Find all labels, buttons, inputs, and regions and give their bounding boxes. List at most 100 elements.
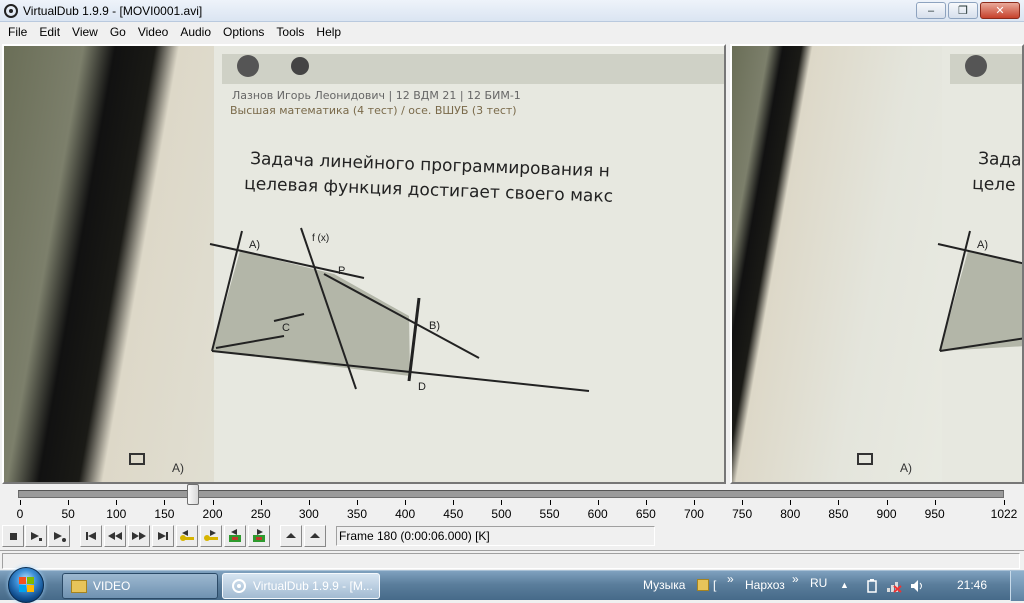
language-indicator[interactable]: RU [810,569,827,597]
frame-info: Frame 180 (0:00:06.000) [K] [336,526,655,546]
timeline-tick-label: 900 [876,507,897,521]
mark-out-button[interactable] [304,525,326,547]
menu-bar: File Edit View Go Video Audio Options To… [0,22,1024,42]
timeline-tick-label: 150 [154,507,175,521]
toolbar-overflow-1[interactable]: » [727,565,734,593]
show-hidden-icons[interactable]: ▲ [840,571,849,599]
timeline-tick-label: 100 [106,507,127,521]
window-controls: – ❐ ✕ [916,2,1020,19]
menu-help[interactable]: Help [310,22,347,42]
timeline-tick-label: 750 [732,507,753,521]
exam-header-line2: Высшая математика (4 тест) / осе. ВШУБ (… [230,104,517,117]
menu-video[interactable]: Video [132,22,174,42]
timeline-tick-label: 0 [16,507,24,521]
footer-label: A) [172,461,184,475]
prev-keyframe-button[interactable] [176,525,198,547]
minimize-button[interactable]: – [916,2,946,19]
taskbar-item-video[interactable]: VIDEO [62,573,218,599]
timeline-tick-label: 700 [683,507,704,521]
menu-audio[interactable]: Audio [174,22,217,42]
taskbar-item-virtualdub-label: VirtualDub 1.9.9 - [M... [253,579,373,593]
maximize-button[interactable]: ❐ [948,2,978,19]
prev-scene-button[interactable] [224,525,246,547]
menu-options[interactable]: Options [217,22,270,42]
timeline-tick-label: 600 [587,507,608,521]
output-label-a: A) [977,239,988,251]
timeline-tick [549,500,551,505]
timeline-tick-label: 400 [395,507,416,521]
timeline-tick-label: 650 [635,507,656,521]
start-button[interactable] [8,567,44,603]
output-video-pane[interactable]: Зада целе A) A) [730,44,1024,484]
next-keyframe-icon [204,530,218,541]
timeline-tick-label: 950 [924,507,945,521]
timeline-tick [116,500,118,505]
mark-in-button[interactable] [280,525,302,547]
timeline-tick [212,500,214,505]
timeline-tick-label: 450 [443,507,464,521]
windows-logo-icon [19,577,35,593]
go-end-icon [158,532,168,540]
timeline-tick-label: 500 [491,507,512,521]
taskbar-item-video-label: VIDEO [93,579,131,593]
mark-in-icon [286,533,296,538]
battery-icon[interactable] [866,579,878,593]
next-scene-button[interactable] [248,525,270,547]
volume-icon[interactable] [910,579,926,593]
output-task-text-line2: целе [972,174,1016,196]
timeline-tick [838,500,840,505]
next-frame-button[interactable] [128,525,150,547]
prev-frame-button[interactable] [104,525,126,547]
toolbar-narkhoz[interactable]: Нархоз [745,571,785,599]
prev-keyframe-icon [180,530,194,541]
exam-header-line1: Лазнов Игорь Леонидович | 12 ВДМ 21 | 12… [232,89,521,102]
menu-file[interactable]: File [2,22,33,42]
label-d: D [418,381,426,393]
label-f: f (x) [312,233,329,244]
timeline-tick [645,500,647,505]
timeline-tick [453,500,455,505]
play-output-button[interactable] [48,525,70,547]
label-b: B) [429,320,440,332]
output-video-frame: Зада целе A) A) [857,46,1022,482]
menu-tools[interactable]: Tools [270,22,310,42]
label-p: P [338,265,345,277]
menu-view[interactable]: View [66,22,104,42]
go-start-button[interactable] [80,525,102,547]
timeline-ticks: 0 50 100 150 200 250 300 350 400 450 500 550 600 650 7… [0,500,1024,522]
stop-icon [10,533,17,540]
play-input-icon [31,532,42,541]
timeline-track[interactable] [18,490,1004,498]
play-output-icon [54,532,66,542]
timeline-tick [260,500,262,505]
close-icon: ✕ [995,5,1005,17]
timeline-tick [405,500,407,505]
input-video-frame: Лазнов Игорь Леонидович | 12 ВДМ 21 | 12… [129,46,724,482]
folder-icon [71,579,87,593]
folder-icon [697,579,709,591]
input-video-pane[interactable]: Лазнов Игорь Леонидович | 12 ВДМ 21 | 12… [2,44,726,484]
menu-edit[interactable]: Edit [33,22,66,42]
clock[interactable]: 21:46 [957,571,987,599]
taskbar-item-virtualdub[interactable]: VirtualDub 1.9.9 - [M... [222,573,380,599]
timeline-tick [934,500,936,505]
toolbar-overflow-2[interactable]: » [792,565,799,593]
restore-icon: ❐ [958,5,968,17]
title-bar: VirtualDub 1.9.9 - [MOVI0001.avi] – ❐ ✕ [0,0,1024,22]
toolbar-music[interactable]: Музыка [643,571,685,599]
network-icon[interactable] [886,579,902,593]
timeline-tick [742,500,744,505]
menu-go[interactable]: Go [104,22,132,42]
timeline-tick [790,500,792,505]
close-button[interactable]: ✕ [980,2,1020,19]
stop-button[interactable] [2,525,24,547]
next-keyframe-button[interactable] [200,525,222,547]
go-end-button[interactable] [152,525,174,547]
play-input-button[interactable] [25,525,47,547]
timeline-tick-label: 800 [780,507,801,521]
timeline-tick [68,500,70,505]
label-a: A) [249,239,260,251]
timeline-tick-label: 300 [298,507,319,521]
status-bar [0,550,1024,570]
show-desktop-button[interactable] [1010,571,1024,601]
